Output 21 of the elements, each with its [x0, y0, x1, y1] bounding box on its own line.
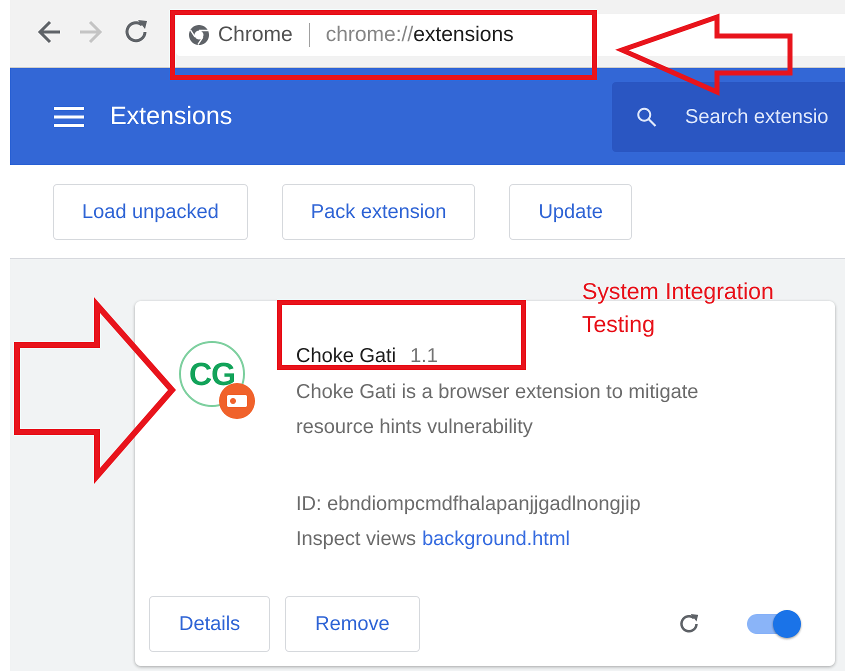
card-button[interactable]: Remove [285, 596, 420, 652]
annotation-note: System Integration Testing [582, 277, 775, 339]
toolbar-button[interactable]: Pack extension [282, 184, 476, 240]
url-text: chrome://extensions [326, 22, 514, 48]
extension-id: ID: ebndiompcmdfhalapanjjgadlnongjip [296, 492, 642, 517]
extension-version: 1.1 [410, 344, 438, 369]
address-bar[interactable]: Chrome chrome://extensions [176, 14, 845, 56]
toolbar-button[interactable]: Update [509, 184, 632, 240]
toolbar-button[interactable]: Load unpacked [53, 184, 248, 240]
search-input[interactable]: Search extensio [685, 102, 845, 132]
extension-name: Choke Gati [296, 344, 396, 369]
inspect-views-label: Inspect views [296, 527, 416, 552]
extension-description: Choke Gati is a browser extension to mitigate resource hints vulnerability [296, 380, 700, 440]
origin-label: Chrome [218, 22, 293, 48]
search-field[interactable]: Search extensio [612, 82, 845, 152]
background-page-link[interactable]: background.html [422, 522, 570, 557]
menu-icon[interactable] [54, 104, 84, 128]
page-title: Extensions [110, 100, 232, 132]
toggle-switch[interactable] [745, 609, 801, 639]
card-button[interactable]: Details [149, 596, 270, 652]
chrome-logo-icon [188, 24, 210, 46]
